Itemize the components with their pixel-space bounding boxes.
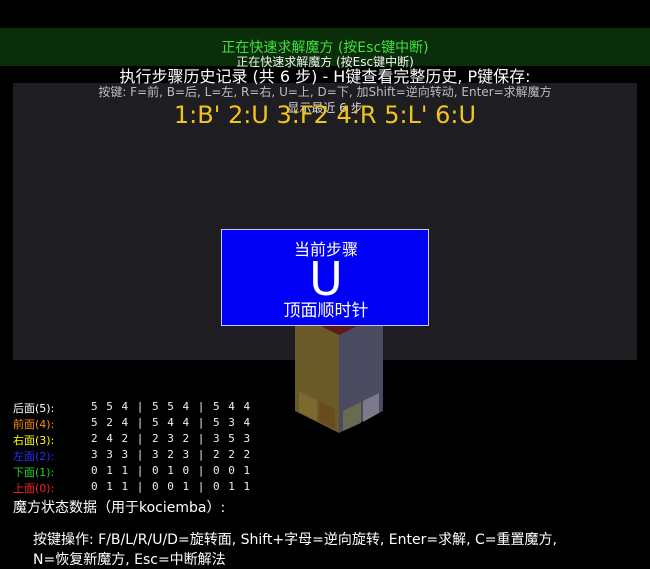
face-label-back: 后面(5):	[13, 402, 55, 415]
face-data-up: 0 1 1 | 0 0 1 | 0 1 1	[91, 480, 252, 493]
key-help: 按键: F=前, B=后, L=左, R=右, U=上, D=下, 加Shift…	[98, 85, 552, 99]
face-data-down: 0 1 1 | 0 1 0 | 0 0 1	[91, 464, 252, 477]
move-history: 1:B' 2:U 3:F2 4:R 5:L' 6:U	[173, 101, 477, 129]
face-label-up: 上面(0):	[13, 482, 55, 495]
face-data-back: 5 5 4 | 5 5 4 | 5 4 4	[91, 400, 252, 413]
help-text-line2: N=恢复新魔方, Esc=中断解法	[33, 552, 226, 568]
face-data-front: 5 2 4 | 5 4 4 | 5 3 4	[91, 416, 252, 429]
current-step-description: 顶面顺时针	[283, 301, 369, 321]
face-label-front: 前面(4):	[13, 418, 55, 431]
face-label-right: 右面(3):	[13, 434, 55, 447]
face-data-left: 3 3 3 | 3 2 3 | 2 2 2	[91, 448, 252, 461]
help-text-line1: 按键操作: F/B/L/R/U/D=旋转面, Shift+字母=逆向旋转, En…	[33, 532, 557, 548]
current-step-panel: 当前步骤 U 顶面顺时针	[221, 229, 429, 326]
face-label-down: 下面(1):	[13, 466, 55, 479]
face-data-right: 2 4 2 | 2 3 2 | 3 5 3	[91, 432, 252, 445]
state-data-title: 魔方状态数据（用于kociemba）:	[13, 500, 226, 516]
face-label-left: 左面(2):	[13, 450, 55, 463]
